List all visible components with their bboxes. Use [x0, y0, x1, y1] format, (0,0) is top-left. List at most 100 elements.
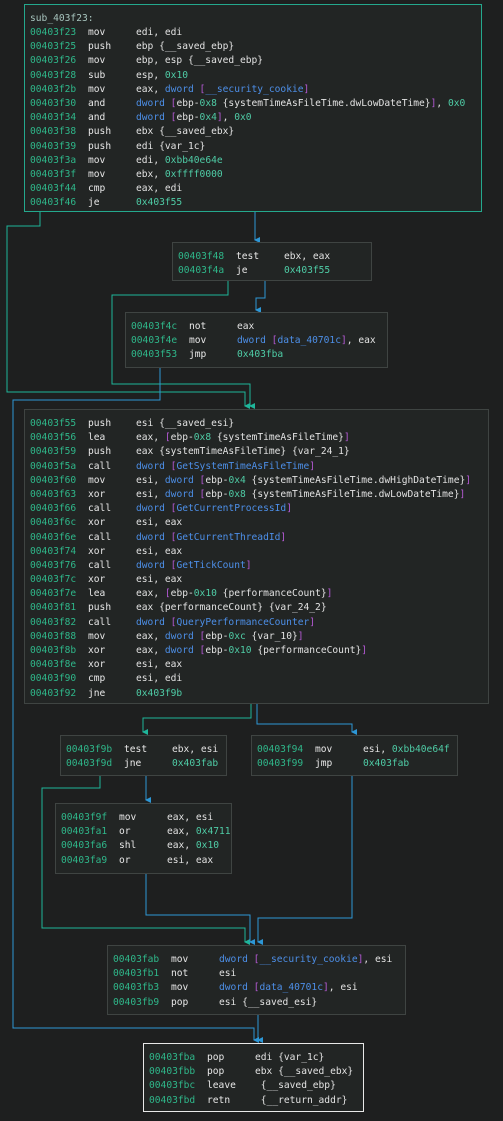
operand-symbol[interactable]: __security_cookie	[259, 954, 357, 965]
instruction-address[interactable]: 00403f23	[30, 26, 88, 40]
operand-symbol[interactable]: dword	[136, 532, 171, 543]
operand-symbol[interactable]: QueryPerformanceCounter	[176, 617, 309, 628]
instruction-line[interactable]: 00403fba pop edi {var_1c}	[149, 1051, 358, 1065]
operand-symbol[interactable]: dword	[237, 335, 272, 346]
operand-symbol[interactable]: dword	[136, 112, 171, 123]
operand-constant[interactable]: 0xffff0000	[165, 169, 223, 180]
instruction-address[interactable]: 00403f7c	[30, 573, 88, 587]
instruction-address[interactable]: 00403f26	[30, 54, 88, 68]
instruction-address[interactable]: 00403f8b	[30, 644, 88, 658]
instruction-line[interactable]: 00403f92 jne 0x403f9b	[30, 687, 483, 701]
instruction-address[interactable]: 00403f3f	[30, 168, 88, 182]
instruction-line[interactable]: 00403fb1 not esi	[113, 967, 400, 981]
operand-constant[interactable]: 0x403fab	[172, 758, 218, 769]
instruction-line[interactable]: 00403f46 je 0x403f55	[30, 196, 476, 210]
operand-constant[interactable]: 0x4	[200, 112, 217, 123]
operand-constant[interactable]: 0x0	[448, 98, 465, 109]
instruction-address[interactable]: 00403fa6	[61, 839, 119, 853]
operand-symbol[interactable]: __security_cookie	[205, 84, 303, 95]
instruction-line[interactable]: 00403f3f mov ebx, 0xffff0000	[30, 168, 476, 182]
instruction-line[interactable]: 00403fa9 or esi, eax	[61, 854, 226, 868]
instruction-address[interactable]: 00403f82	[30, 616, 88, 630]
instruction-line[interactable]: 00403f2b mov eax, dword [__security_cookie…	[30, 83, 476, 97]
instruction-address[interactable]: 00403f7e	[30, 587, 88, 601]
operand-symbol[interactable]: GetCurrentThreadId	[176, 532, 280, 543]
operand-symbol[interactable]: dword	[136, 560, 171, 571]
instruction-line[interactable]: 00403f82 call dword [QueryPerformanceCount…	[30, 616, 483, 630]
instruction-address[interactable]: 00403f56	[30, 431, 88, 445]
instruction-address[interactable]: 00403f9b	[66, 743, 124, 757]
operand-constant[interactable]: 0x8	[200, 98, 217, 109]
instruction-address[interactable]: 00403f2b	[30, 83, 88, 97]
instruction-line[interactable]: 00403f94 mov esi, 0xbb40e64f	[257, 743, 452, 757]
operand-constant[interactable]: 0x10	[194, 588, 217, 599]
operand-constant[interactable]: 0x10	[228, 645, 251, 656]
instruction-address[interactable]: 00403fbb	[149, 1065, 207, 1079]
instruction-address[interactable]: 00403f8e	[30, 658, 88, 672]
instruction-line[interactable]: 00403f44 cmp eax, edi	[30, 182, 476, 196]
instruction-line[interactable]: 00403f55 push esi {__saved_esi}	[30, 417, 483, 431]
instruction-address[interactable]: 00403fba	[149, 1051, 207, 1065]
operand-constant[interactable]: 0x403f9b	[136, 688, 182, 699]
instruction-address[interactable]: 00403f94	[257, 743, 315, 757]
operand-symbol[interactable]: GetCurrentProcessId	[176, 503, 286, 514]
basic-block-00403f9b[interactable]: 00403f9b test ebx, esi 00403f9d jne 0x403fab	[60, 735, 227, 776]
instruction-line[interactable]: 00403f30 and dword [ebp-0x8 {systemTimeAsF…	[30, 97, 476, 111]
instruction-line[interactable]: 00403fa6 shl eax, 0x10	[61, 839, 226, 853]
instruction-address[interactable]: 00403fab	[113, 953, 171, 967]
instruction-address[interactable]: 00403f39	[30, 140, 88, 154]
instruction-line[interactable]: 00403f48 test ebx, eax	[178, 250, 366, 264]
instruction-address[interactable]: 00403f25	[30, 40, 88, 54]
instruction-address[interactable]: 00403f46	[30, 196, 88, 210]
instruction-address[interactable]: 00403f9d	[66, 757, 124, 771]
instruction-line[interactable]: 00403f56 lea eax, [ebp-0x8 {systemTimeAsFi…	[30, 431, 483, 445]
basic-block-00403f4c[interactable]: 00403f4c not eax 00403f4e mov dword [data_407…	[125, 312, 388, 368]
instruction-line[interactable]: 00403f9d jne 0x403fab	[66, 757, 221, 771]
instruction-address[interactable]: 00403fb9	[113, 996, 171, 1010]
instruction-line[interactable]: 00403fbd retn {__return_addr}	[149, 1094, 358, 1108]
instruction-line[interactable]: 00403f8e xor esi, eax	[30, 658, 483, 672]
operand-symbol[interactable]: dword	[165, 645, 200, 656]
instruction-address[interactable]: 00403f5a	[30, 460, 88, 474]
basic-block-sub-403f23[interactable]: sub_403f23: 00403f23 mov edi, edi 00403f25 p…	[24, 4, 482, 212]
instruction-address[interactable]: 00403f76	[30, 559, 88, 573]
instruction-line[interactable]: 00403f9f mov eax, esi	[61, 811, 226, 825]
instruction-address[interactable]: 00403f38	[30, 125, 88, 139]
instruction-address[interactable]: 00403fbd	[149, 1094, 207, 1108]
instruction-address[interactable]: 00403f6c	[30, 516, 88, 530]
instruction-address[interactable]: 00403f74	[30, 545, 88, 559]
instruction-address[interactable]: 00403f6e	[30, 531, 88, 545]
instruction-line[interactable]: 00403f39 push edi {var_1c}	[30, 140, 476, 154]
instruction-line[interactable]: 00403f63 xor esi, dword [ebp-0x8 {systemTi…	[30, 488, 483, 502]
operand-constant[interactable]: 0x10	[196, 840, 219, 851]
instruction-line[interactable]: 00403f59 push eax {systemTimeAsFileTime} {…	[30, 445, 483, 459]
operand-constant[interactable]: 0x403f55	[136, 197, 182, 208]
instruction-line[interactable]: 00403f5a call dword [GetSystemTimeAsFileTi…	[30, 460, 483, 474]
operand-constant[interactable]: 0xbb40e64f	[392, 744, 450, 755]
instruction-address[interactable]: 00403f53	[131, 348, 189, 362]
instruction-address[interactable]: 00403f92	[30, 687, 88, 701]
instruction-line[interactable]: 00403f4a je 0x403f55	[178, 264, 366, 278]
instruction-address[interactable]: 00403f81	[30, 601, 88, 615]
instruction-line[interactable]: 00403fb3 mov dword [data_40701c], esi	[113, 981, 400, 995]
instruction-line[interactable]: 00403fa1 or eax, 0x4711	[61, 825, 231, 839]
operand-constant[interactable]: 0x10	[165, 70, 188, 81]
instruction-address[interactable]: 00403f4e	[131, 334, 189, 348]
instruction-address[interactable]: 00403f4a	[178, 264, 236, 278]
operand-symbol[interactable]: dword	[165, 475, 200, 486]
operand-constant[interactable]: 0xc	[228, 631, 245, 642]
instruction-line[interactable]: 00403f3a mov edi, 0xbb40e64e	[30, 154, 476, 168]
operand-constant[interactable]: 0x8	[228, 489, 245, 500]
operand-symbol[interactable]: data_40701c	[277, 335, 341, 346]
instruction-line[interactable]: 00403f38 push ebx {__saved_ebx}	[30, 125, 476, 139]
instruction-address[interactable]: 00403f55	[30, 417, 88, 431]
operand-symbol[interactable]: dword	[136, 617, 171, 628]
operand-constant[interactable]: 0x0	[234, 112, 251, 123]
instruction-line[interactable]: 00403f81 push eax {performanceCount} {var_…	[30, 601, 483, 615]
instruction-line[interactable]: 00403f88 mov eax, dword [ebp-0xc {var_10}]	[30, 630, 483, 644]
instruction-line[interactable]: 00403f28 sub esp, 0x10	[30, 69, 476, 83]
instruction-address[interactable]: 00403f88	[30, 630, 88, 644]
instruction-address[interactable]: 00403fb3	[113, 981, 171, 995]
basic-block-00403fba[interactable]: 00403fba pop edi {var_1c} 00403fbb pop ebx {_…	[143, 1043, 364, 1112]
instruction-address[interactable]: 00403f60	[30, 474, 88, 488]
